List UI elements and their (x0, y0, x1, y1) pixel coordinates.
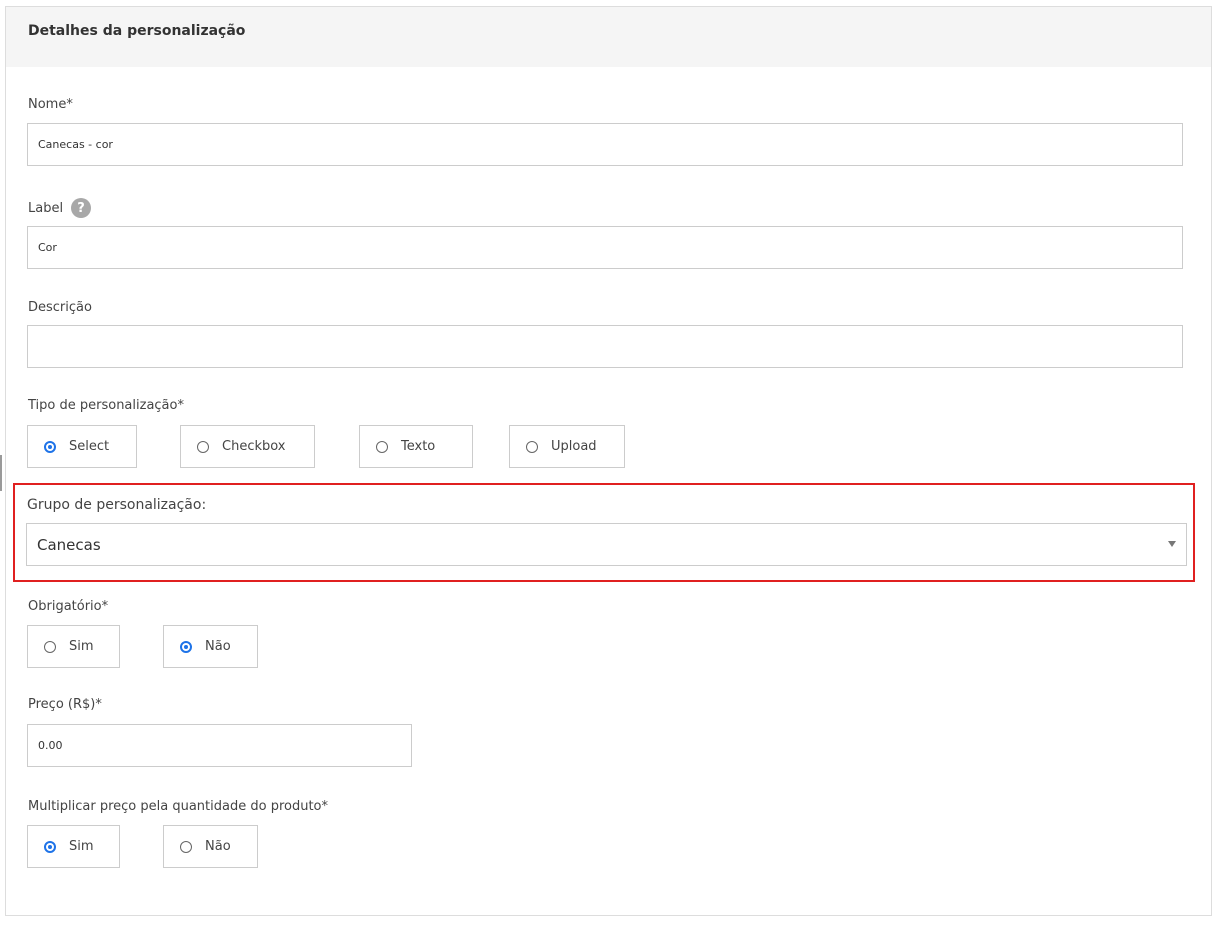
tipo-option-label: Upload (551, 439, 597, 454)
panel-header: Detalhes da personalização (6, 7, 1211, 67)
grupo-selected-value: Canecas (37, 535, 101, 554)
radio-unchecked-icon (180, 840, 192, 853)
nome-input[interactable] (27, 123, 1183, 166)
preco-input[interactable] (27, 724, 412, 767)
multiplicar-option-label: Sim (69, 839, 94, 854)
label-field-label-text: Label (28, 200, 64, 216)
tipo-option-upload[interactable]: Upload (509, 425, 625, 468)
radio-unchecked-icon (376, 440, 388, 453)
obrigatorio-option-label: Sim (69, 639, 94, 654)
chevron-down-icon (1168, 541, 1176, 547)
grupo-label-text: Grupo de personalização: (27, 497, 207, 513)
tipo-option-texto[interactable]: Texto (359, 425, 473, 468)
radio-unchecked-icon (197, 440, 209, 453)
tipo-option-label: Checkbox (222, 439, 286, 454)
descricao-label-text: Descrição (28, 300, 92, 315)
tipo-option-select[interactable]: Select (27, 425, 137, 468)
grupo-label: Grupo de personalização: (27, 497, 206, 513)
multiplicar-option-nao[interactable]: Não (163, 825, 258, 868)
label-input[interactable] (27, 226, 1183, 269)
obrigatorio-option-sim[interactable]: Sim (27, 625, 120, 668)
tipo-label-text: Tipo de personalização* (28, 398, 184, 413)
preco-label: Preço (R$)* (28, 697, 102, 712)
tipo-option-checkbox[interactable]: Checkbox (180, 425, 315, 468)
tipo-label: Tipo de personalização* (28, 398, 184, 413)
multiplicar-label: Multiplicar preço pela quantidade do pro… (28, 799, 328, 814)
obrigatorio-option-nao[interactable]: Não (163, 625, 258, 668)
radio-checked-icon (44, 440, 56, 453)
multiplicar-option-label: Não (205, 839, 231, 854)
obrigatorio-label-text: Obrigatório* (28, 599, 109, 614)
radio-checked-icon (44, 840, 56, 853)
radio-checked-icon (180, 640, 192, 653)
left-edge-marker (0, 455, 2, 491)
preco-label-text: Preço (R$)* (28, 697, 102, 712)
descricao-input[interactable] (27, 325, 1183, 368)
obrigatorio-option-label: Não (205, 639, 231, 654)
tipo-option-label: Select (69, 439, 110, 454)
nome-label-text: Nome* (28, 97, 73, 112)
label-field-label: Label ? (28, 198, 92, 218)
tipo-option-label: Texto (401, 439, 436, 454)
question-mark-icon[interactable]: ? (71, 198, 92, 218)
multiplicar-option-sim[interactable]: Sim (27, 825, 120, 868)
radio-unchecked-icon (44, 640, 56, 653)
descricao-label: Descrição (28, 300, 92, 315)
customization-details-panel: Detalhes da personalização Nome* Label ?… (5, 6, 1212, 916)
grupo-select[interactable]: Canecas (26, 523, 1187, 566)
panel-title: Detalhes da personalização (28, 23, 246, 39)
obrigatorio-label: Obrigatório* (28, 599, 108, 614)
multiplicar-label-text: Multiplicar preço pela quantidade do pro… (28, 799, 328, 814)
nome-label: Nome* (28, 97, 73, 112)
radio-unchecked-icon (526, 440, 538, 453)
